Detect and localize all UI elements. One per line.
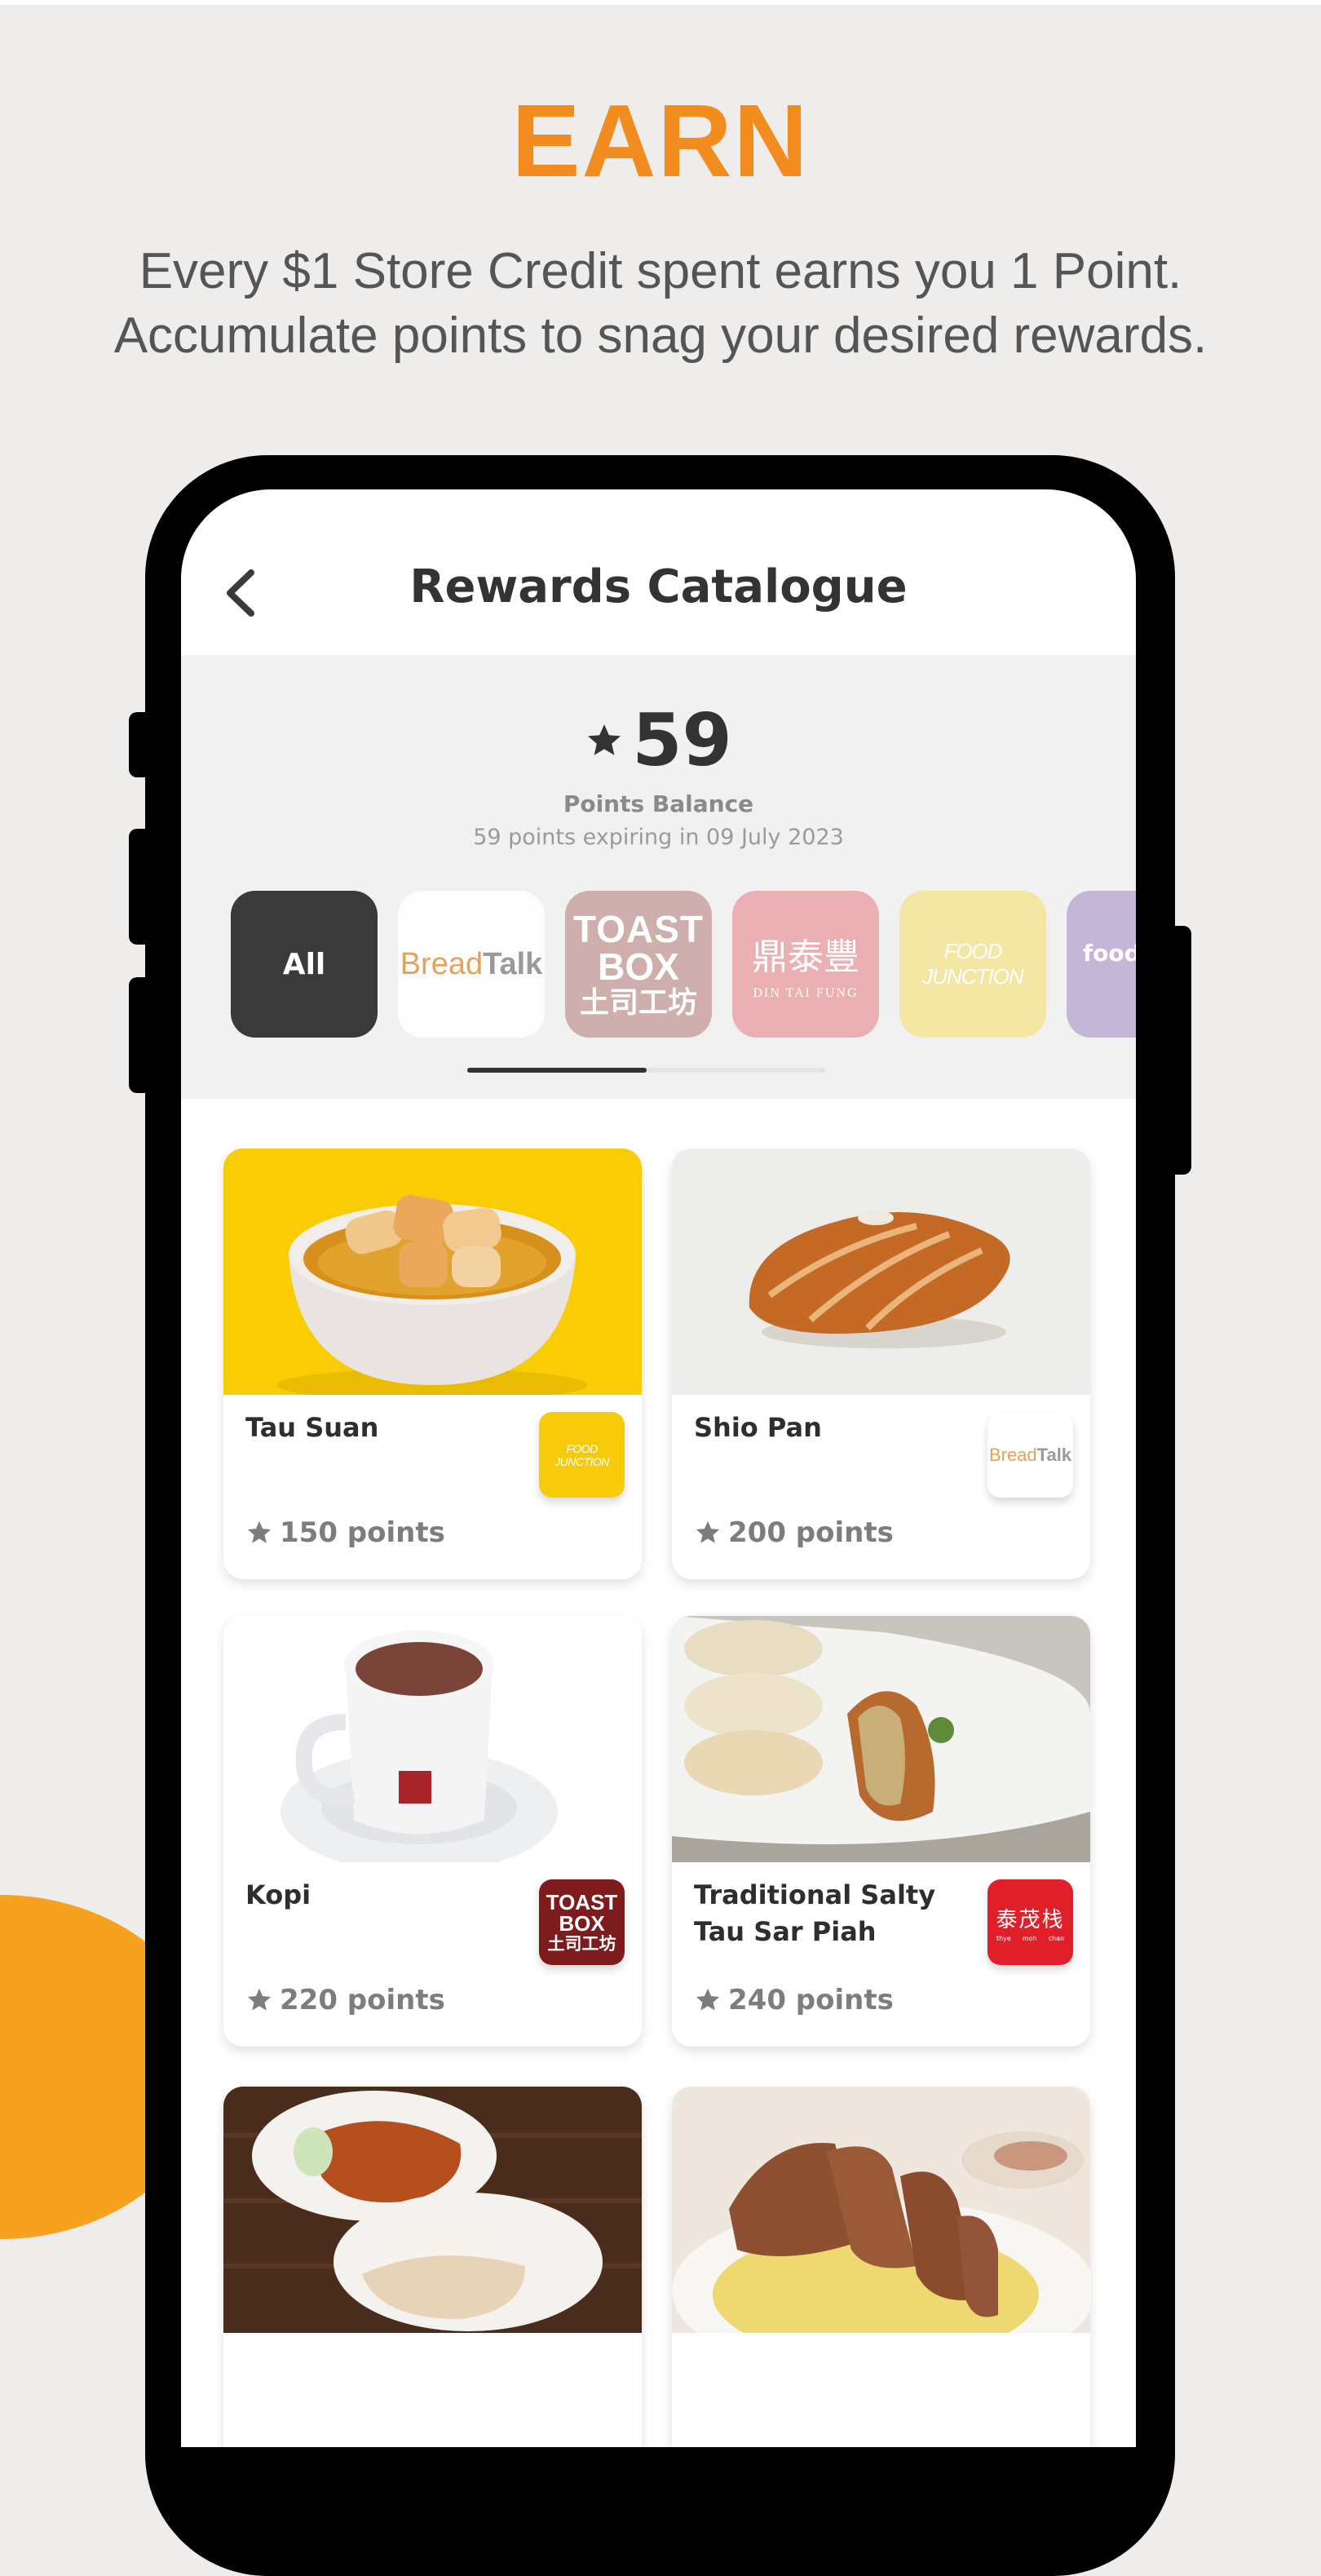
promo-subtitle-line-1: Every $1 Store Credit spent earns you 1 … bbox=[139, 243, 1182, 299]
phone-screen: Rewards Catalogue 59 Points Balance 59 p… bbox=[181, 489, 1136, 2447]
reward-image-tau-sar-piah bbox=[672, 1616, 1090, 1862]
filter-scroll-thumb[interactable] bbox=[467, 1068, 647, 1073]
page-title: Rewards Catalogue bbox=[409, 560, 908, 613]
reward-points: 150 points bbox=[245, 1514, 445, 1551]
logo-text: Bread bbox=[400, 946, 484, 981]
star-icon bbox=[247, 1988, 272, 2011]
brand-logo-line: 土司工坊 bbox=[547, 1935, 616, 1954]
star-icon bbox=[696, 1520, 720, 1543]
foodjunction-logo: FOOD JUNCTION bbox=[922, 939, 1023, 989]
brand-logo-line: TOAST bbox=[546, 1890, 618, 1914]
reward-image-tau-suan bbox=[223, 1149, 642, 1395]
reward-image-shio-pan bbox=[672, 1149, 1090, 1395]
reward-points: 240 points bbox=[694, 1981, 894, 2019]
filter-chip-label: All bbox=[282, 947, 326, 981]
brand-logo-text: BreadTalk bbox=[989, 1445, 1071, 1466]
reward-points-value: 200 points bbox=[728, 1516, 894, 1549]
filter-chip-all[interactable]: All bbox=[231, 891, 378, 1038]
toastbox-logo-line: TOAST bbox=[572, 908, 705, 950]
filter-chip-foodrepublic[interactable]: foodr bbox=[1067, 891, 1136, 1038]
reward-card[interactable]: Traditional Salty Tau Sar Piah 泰茂栈 thye … bbox=[672, 1616, 1090, 2047]
toastbox-logo-line: 土司工坊 bbox=[579, 986, 697, 1020]
logo-text: thye bbox=[996, 1934, 1011, 1942]
reward-points-value: 240 points bbox=[728, 1984, 894, 2016]
brand-logo-thyemohchan: 泰茂栈 thye moh chan bbox=[987, 1879, 1073, 1965]
reward-card[interactable]: Tau Suan FOOD JUNCTION 150 points bbox=[223, 1149, 642, 1579]
brand-logo-en: thye moh chan bbox=[996, 1935, 1064, 1942]
logo-text: Talk bbox=[483, 946, 543, 981]
filter-chip-dintaifung[interactable]: 鼎泰豐 DIN TAI FUNG bbox=[732, 891, 879, 1038]
reward-points-value: 220 points bbox=[280, 1984, 445, 2016]
promo-subtitle-line-2: Accumulate points to snag your desired r… bbox=[113, 308, 1208, 364]
reward-image-kopi bbox=[223, 1616, 642, 1862]
brand-logo-toastbox: TOAST BOX 土司工坊 bbox=[539, 1879, 625, 1965]
star-icon bbox=[696, 1988, 720, 2011]
logo-text: moh bbox=[1022, 1934, 1037, 1942]
reward-points: 200 points bbox=[694, 1514, 894, 1551]
brand-filter-carousel[interactable]: All BreadTalk TOAST BOX 土司工坊 鼎泰豐 DIN TAI… bbox=[231, 891, 1136, 1039]
dintaifung-logo-cn: 鼎泰豐 bbox=[752, 936, 859, 978]
reward-name: Traditional Salty Tau Sar Piah bbox=[694, 1879, 936, 1947]
logo-text: chan bbox=[1048, 1934, 1065, 1942]
filter-chip-breadtalk[interactable]: BreadTalk bbox=[398, 891, 545, 1038]
reward-card[interactable]: Kopi TOAST BOX 土司工坊 220 points bbox=[223, 1616, 642, 2047]
points-expiry-text: 59 points expiring in 09 July 2023 bbox=[473, 825, 844, 850]
points-balance-section: 59 Points Balance 59 points expiring in … bbox=[181, 655, 1136, 1099]
toastbox-logo-line: BOX bbox=[598, 945, 679, 988]
promo-headline: EARN bbox=[511, 83, 810, 198]
filter-chip-toastbox[interactable]: TOAST BOX 土司工坊 bbox=[565, 891, 712, 1038]
filter-chip-foodjunction[interactable]: FOOD JUNCTION bbox=[899, 891, 1046, 1038]
dintaifung-logo-en: DIN TAI FUNG bbox=[753, 986, 859, 1000]
logo-text: Talk bbox=[1036, 1444, 1072, 1465]
brand-logo-foodjunction: FOOD JUNCTION bbox=[539, 1412, 625, 1498]
filter-scroll-indicator[interactable] bbox=[467, 1068, 826, 1073]
reward-card[interactable]: Shio Pan BreadTalk 200 points bbox=[672, 1149, 1090, 1579]
reward-image-pork-chop-fried-rice bbox=[672, 2087, 1090, 2333]
points-balance-value: 59 bbox=[632, 698, 732, 782]
foodrepublic-logo: foodr bbox=[1083, 940, 1136, 967]
reward-points-value: 150 points bbox=[280, 1516, 445, 1549]
star-icon bbox=[588, 724, 621, 755]
brand-logo-text: FOOD JUNCTION bbox=[554, 1441, 609, 1468]
brand-logo-line: BOX bbox=[559, 1911, 605, 1936]
top-strip bbox=[0, 0, 1321, 5]
reward-name: Tau Suan bbox=[245, 1412, 379, 1443]
reward-card[interactable] bbox=[223, 2087, 642, 2447]
breadtalk-logo: BreadTalk bbox=[400, 947, 543, 982]
reward-points: 220 points bbox=[245, 1981, 445, 2019]
reward-name: Kopi bbox=[245, 1879, 311, 1910]
brand-logo-cn: 泰茂栈 bbox=[996, 1907, 1065, 1932]
points-balance-label: Points Balance bbox=[563, 790, 754, 817]
reward-card[interactable] bbox=[672, 2087, 1090, 2447]
star-icon bbox=[247, 1520, 272, 1543]
reward-image-chicken-rice bbox=[223, 2087, 642, 2333]
brand-logo-breadtalk: BreadTalk bbox=[987, 1412, 1073, 1498]
reward-name: Shio Pan bbox=[694, 1412, 822, 1443]
logo-text: Bread bbox=[988, 1444, 1037, 1465]
points-balance: 59 bbox=[181, 696, 1136, 786]
